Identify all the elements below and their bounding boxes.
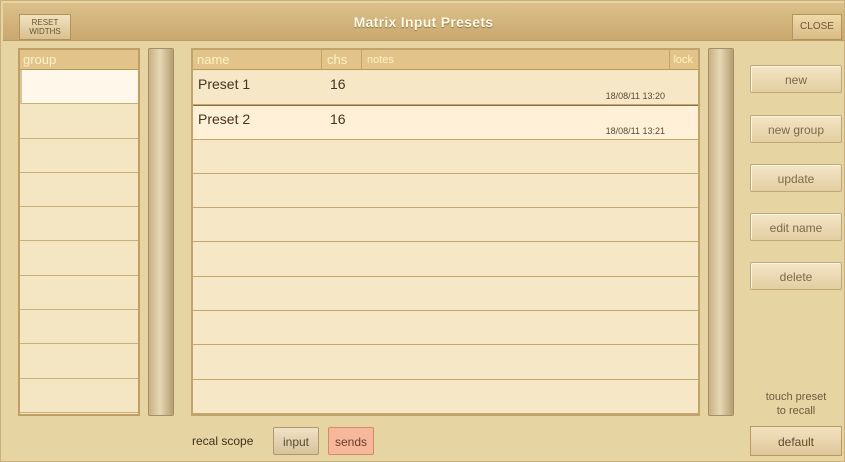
preset-date: 18/08/11 13:20 [605,91,665,102]
group-row-selected[interactable] [20,70,138,105]
group-row[interactable] [20,344,138,379]
preset-table-scrollbar[interactable] [708,48,734,416]
preset-table-body: Preset 1 16 18/08/11 13:20 Preset 2 16 1… [193,71,698,414]
table-row[interactable] [193,242,698,277]
table-row[interactable] [193,276,698,312]
column-divider [669,50,670,70]
preset-channel-count: 16 [330,111,346,128]
window-title: Matrix Input Presets [353,14,494,30]
preset-name: Preset 2 [198,111,251,128]
group-list-scrollbar[interactable] [148,48,174,416]
title-bar: RESET WIDTHS Matrix Input Presets CLOSE [3,3,844,41]
group-row[interactable] [20,138,138,173]
table-row[interactable] [193,208,698,243]
table-row[interactable] [193,173,698,209]
chs-column-header[interactable]: chs [327,50,347,70]
touch-preset-hint: touch preset to recall [765,391,827,417]
group-column-header[interactable]: group [20,50,138,70]
preset-channel-count: 16 [330,76,346,92]
matrix-input-presets-window: RESET WIDTHS Matrix Input Presets CLOSE … [0,0,845,462]
table-row[interactable] [193,379,698,414]
table-row[interactable] [193,311,698,346]
group-row[interactable] [20,172,138,208]
notes-column-header[interactable]: notes [367,50,394,70]
table-row-preset-1[interactable]: Preset 1 16 18/08/11 13:20 [193,71,698,106]
new-group-button[interactable]: new group [750,115,842,143]
column-divider [321,50,322,70]
table-row[interactable] [193,139,698,174]
delete-button[interactable]: delete [750,262,842,290]
update-button[interactable]: update [750,164,842,192]
default-button[interactable]: default [750,426,842,456]
preset-name: Preset 1 [198,76,251,92]
group-list: group [18,48,140,416]
edit-name-button[interactable]: edit name [750,213,842,241]
name-column-header[interactable]: name [197,50,230,70]
recall-scope-sends-button[interactable]: sends [328,427,374,455]
group-row[interactable] [20,275,138,311]
recall-scope-input-button[interactable]: input [273,427,319,455]
lock-column-header[interactable]: lock [673,50,693,70]
table-row[interactable] [193,345,698,380]
new-button[interactable]: new [750,65,842,93]
group-row[interactable] [20,378,138,413]
group-row[interactable] [20,207,138,242]
group-row[interactable] [20,241,138,276]
column-divider [361,50,362,70]
close-button[interactable]: CLOSE [792,14,842,40]
table-row-preset-2[interactable]: Preset 2 16 18/08/11 13:21 [193,105,698,140]
group-row[interactable] [20,310,138,345]
preset-table: name chs notes lock Preset 1 16 18/08/11… [191,48,700,416]
table-header-row: name chs notes lock [193,50,698,70]
recall-scope-label: recal scope [192,434,254,448]
preset-date: 18/08/11 13:21 [605,125,665,136]
group-row[interactable] [20,104,138,139]
